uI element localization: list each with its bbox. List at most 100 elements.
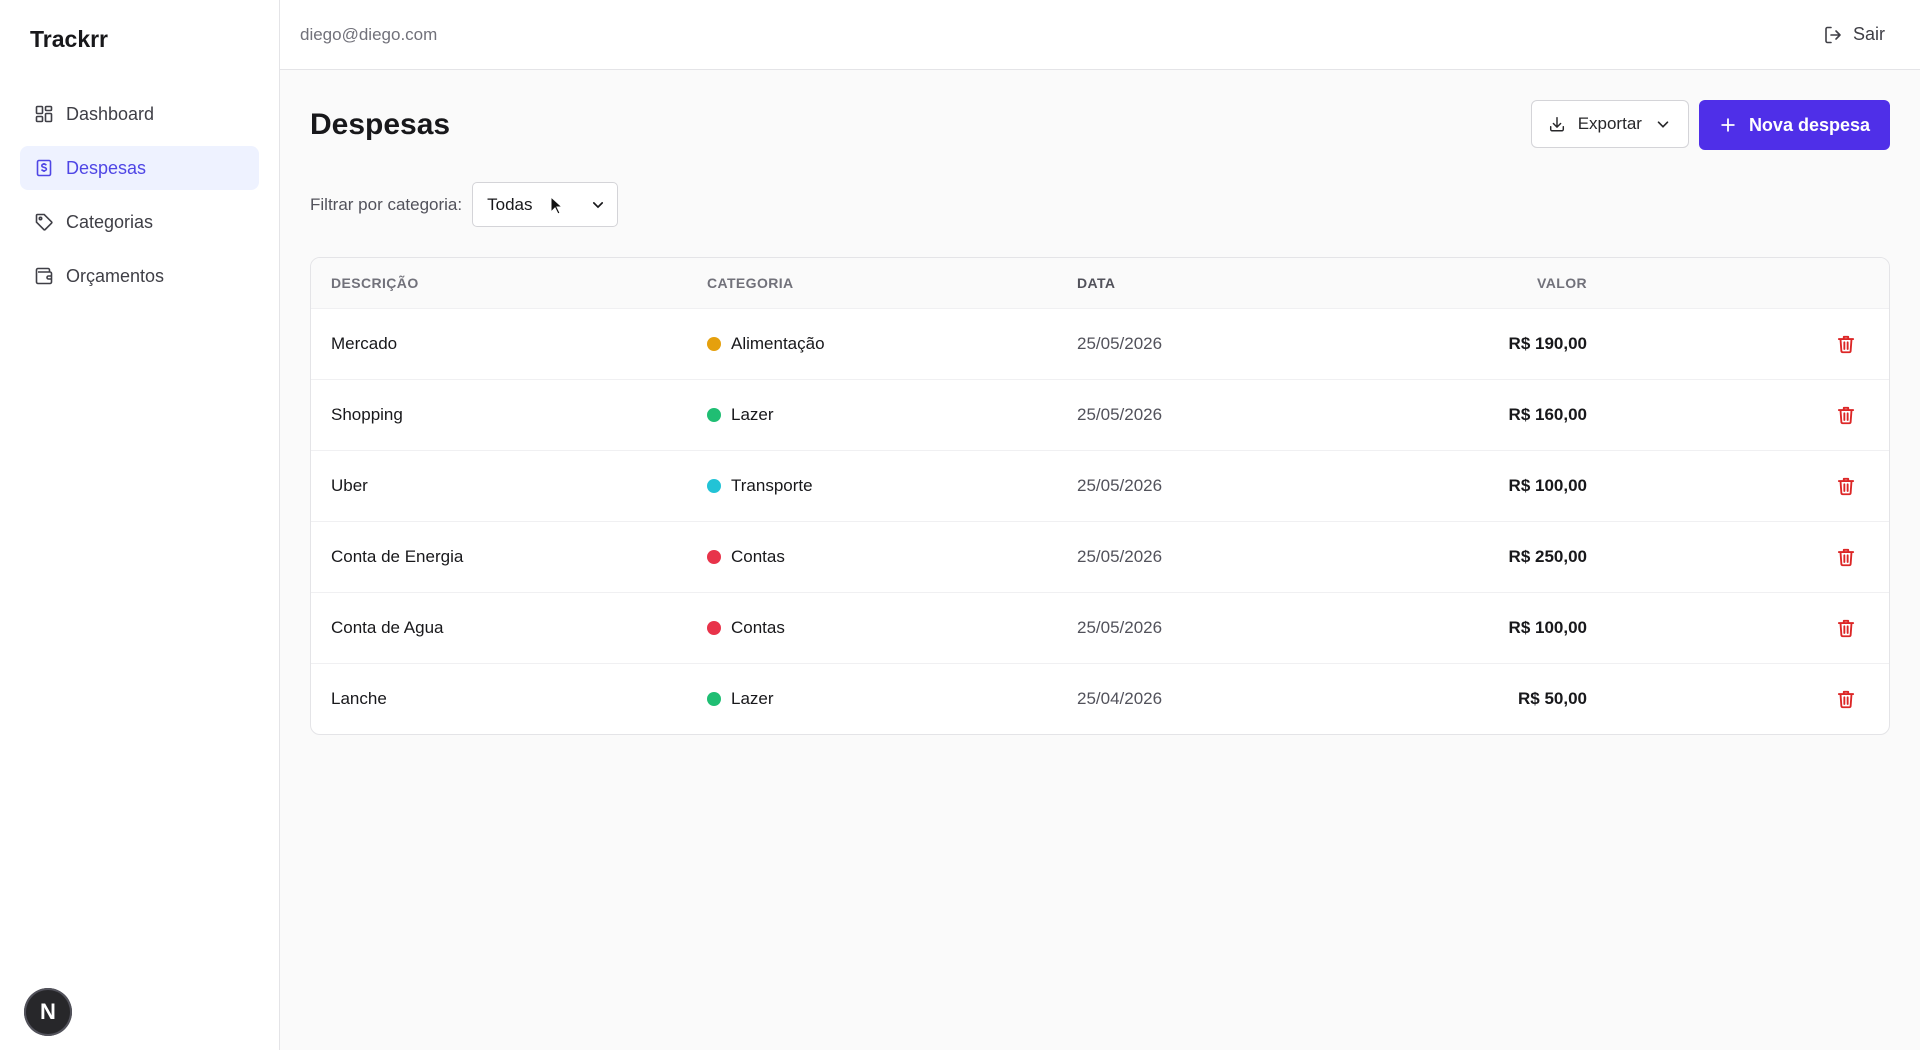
table-body: Mercado Alimentação 25/05/2026 R$ 190,00 Sho…	[311, 308, 1889, 734]
row-description: Lanche	[331, 689, 387, 708]
delete-trash-icon[interactable]	[1835, 617, 1857, 639]
row-value: R$ 100,00	[1508, 476, 1587, 495]
delete-trash-icon[interactable]	[1835, 333, 1857, 355]
app-root: Trackrr Dashboard Despesas Categorias Or…	[0, 0, 1920, 1050]
category-color-dot	[707, 337, 721, 351]
expenses-table: DESCRIÇÃO CATEGORIA DATA VALOR Mercado Al…	[310, 257, 1890, 735]
sidebar-item-dashboard[interactable]: Dashboard	[20, 92, 259, 136]
row-actions	[1587, 475, 1889, 497]
page-header: Despesas Exportar Nova despesa	[310, 100, 1890, 150]
category-label: Lazer	[731, 689, 774, 708]
row-date: 25/05/2026	[1077, 476, 1163, 495]
row-description: Mercado	[331, 334, 398, 353]
sidebar-item-label: Categorias	[66, 211, 154, 232]
download-icon	[1548, 115, 1566, 133]
row-value: R$ 160,00	[1508, 405, 1587, 424]
row-value: R$ 250,00	[1508, 547, 1587, 566]
row-description: Conta de Agua	[331, 618, 444, 637]
delete-trash-icon[interactable]	[1835, 475, 1857, 497]
header-actions: Exportar Nova despesa	[1530, 100, 1890, 150]
row-category: Transporte	[707, 476, 1077, 496]
category-label: Transporte	[731, 476, 813, 495]
row-date: 25/05/2026	[1077, 405, 1163, 424]
row-value: R$ 190,00	[1508, 334, 1587, 353]
chevron-down-icon	[591, 198, 605, 212]
sidebar-item-label: Orçamentos	[66, 265, 165, 286]
row-category: Alimentação	[707, 334, 1077, 354]
export-label: Exportar	[1577, 114, 1642, 133]
filter-row: Filtrar por categoria: Todas	[310, 182, 1890, 227]
category-label: Lazer	[731, 405, 774, 424]
category-label: Alimentação	[731, 334, 825, 353]
chevron-down-icon	[1654, 115, 1672, 133]
row-actions	[1587, 546, 1889, 568]
category-color-dot	[707, 550, 721, 564]
brand-logo: Trackrr	[30, 26, 109, 52]
main-area: diego@diego.com Sair Despesas Exportar N…	[280, 0, 1920, 1050]
content: Despesas Exportar Nova despesa Filtrar p…	[280, 70, 1920, 735]
table-row[interactable]: Uber Transporte 25/05/2026 R$ 100,00	[311, 450, 1889, 521]
category-label: Contas	[731, 618, 785, 637]
filter-value: Todas	[487, 194, 533, 214]
export-button[interactable]: Exportar	[1530, 100, 1689, 148]
user-email: diego@diego.com	[300, 24, 438, 44]
row-actions	[1587, 688, 1889, 710]
row-description: Shopping	[331, 405, 403, 424]
plus-icon	[1719, 116, 1737, 134]
logout-label: Sair	[1852, 24, 1885, 44]
sidebar-item-categorias[interactable]: Categorias	[20, 200, 259, 244]
sidebar-nav: Dashboard Despesas Categorias Orçamentos	[20, 92, 259, 298]
table-row[interactable]: Mercado Alimentação 25/05/2026 R$ 190,00	[311, 308, 1889, 379]
row-description: Conta de Energia	[331, 547, 464, 566]
wallet-icon	[34, 266, 54, 286]
col-header-value[interactable]: VALOR	[1377, 275, 1587, 291]
sidebar-item-label: Dashboard	[66, 103, 155, 124]
delete-trash-icon[interactable]	[1835, 404, 1857, 426]
table-row[interactable]: Conta de Agua Contas 25/05/2026 R$ 100,00	[311, 592, 1889, 663]
table-row[interactable]: Lanche Lazer 25/04/2026 R$ 50,00	[311, 663, 1889, 734]
row-category: Lazer	[707, 689, 1077, 709]
category-filter-select[interactable]: Todas	[472, 182, 619, 227]
category-color-dot	[707, 479, 721, 493]
grid-icon	[34, 104, 54, 124]
sidebar: Trackrr Dashboard Despesas Categorias Or…	[0, 0, 280, 1050]
new-expense-label: Nova despesa	[1748, 114, 1870, 135]
category-label: Contas	[731, 547, 785, 566]
category-color-dot	[707, 621, 721, 635]
row-value: R$ 50,00	[1518, 689, 1587, 708]
sidebar-item-despesas[interactable]: Despesas	[20, 146, 259, 190]
mouse-cursor-icon	[550, 196, 564, 215]
logout-button[interactable]: Sair	[1823, 24, 1885, 45]
row-category: Lazer	[707, 405, 1077, 425]
row-actions	[1587, 404, 1889, 426]
row-date: 25/05/2026	[1077, 618, 1163, 637]
row-actions	[1587, 617, 1889, 639]
new-expense-button[interactable]: Nova despesa	[1698, 100, 1890, 150]
table-row[interactable]: Shopping Lazer 25/05/2026 R$ 160,00	[311, 379, 1889, 450]
table-row[interactable]: Conta de Energia Contas 25/05/2026 R$ 250,0…	[311, 521, 1889, 592]
logout-icon	[1823, 25, 1843, 45]
dollar-receipt-icon	[34, 158, 54, 178]
row-date: 25/05/2026	[1077, 547, 1163, 566]
row-date: 25/04/2026	[1077, 689, 1163, 708]
row-value: R$ 100,00	[1508, 618, 1587, 637]
table-header: DESCRIÇÃO CATEGORIA DATA VALOR	[311, 258, 1889, 308]
row-description: Uber	[331, 476, 368, 495]
row-category: Contas	[707, 618, 1077, 638]
sidebar-item-orcamentos[interactable]: Orçamentos	[20, 254, 259, 298]
topbar: diego@diego.com Sair	[280, 0, 1920, 70]
delete-trash-icon[interactable]	[1835, 688, 1857, 710]
category-color-dot	[707, 692, 721, 706]
col-header-category[interactable]: CATEGORIA	[707, 275, 1077, 291]
nextjs-badge[interactable]: N	[24, 988, 72, 1036]
tag-icon	[34, 212, 54, 232]
row-actions	[1587, 333, 1889, 355]
filter-label: Filtrar por categoria:	[310, 194, 463, 214]
category-color-dot	[707, 408, 721, 422]
sidebar-item-label: Despesas	[66, 157, 147, 178]
row-category: Contas	[707, 547, 1077, 567]
page-title: Despesas	[310, 108, 451, 141]
col-header-date[interactable]: DATA	[1077, 275, 1377, 291]
delete-trash-icon[interactable]	[1835, 546, 1857, 568]
col-header-description[interactable]: DESCRIÇÃO	[311, 275, 707, 291]
